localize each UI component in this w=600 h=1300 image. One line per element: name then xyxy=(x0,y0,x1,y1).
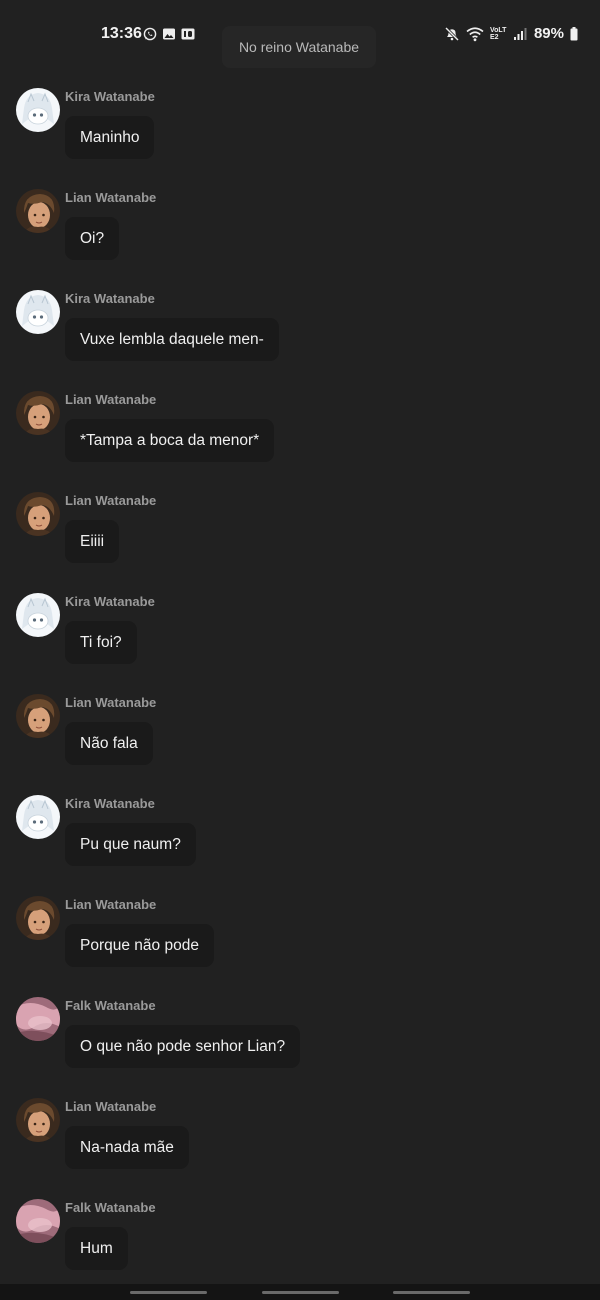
sender-name: Falk Watanabe xyxy=(65,998,156,1013)
message-item: Lian Watanabe Oi? xyxy=(0,181,600,277)
system-icons: VoLTE2 89% xyxy=(444,25,578,42)
mute-icon xyxy=(444,26,460,41)
message-item: Lian Watanabe Eiiii xyxy=(0,484,600,580)
sender-name: Falk Watanabe xyxy=(65,1200,156,1215)
message-bubble[interactable]: Não fala xyxy=(65,722,153,765)
nav-back-handle[interactable] xyxy=(393,1291,470,1294)
sender-avatar[interactable] xyxy=(16,492,60,536)
message-bubble[interactable]: *Tampa a boca da menor* xyxy=(65,419,275,462)
battery-icon xyxy=(570,26,578,40)
signal-icon xyxy=(513,27,527,40)
message-bubble[interactable]: Hum xyxy=(65,1227,128,1270)
sender-avatar[interactable] xyxy=(16,88,60,132)
message-bubble[interactable]: Ti foi? xyxy=(65,621,137,664)
sender-avatar[interactable] xyxy=(16,997,60,1041)
sender-name: Lian Watanabe xyxy=(65,493,157,508)
sender-name: Kira Watanabe xyxy=(65,89,155,104)
message-item: Kira Watanabe Ti foi? xyxy=(0,585,600,681)
message-bubble[interactable]: Vuxe lembla daquele men- xyxy=(65,318,279,361)
message-item: Lian Watanabe Na-nada mãe xyxy=(0,1090,600,1186)
sender-avatar[interactable] xyxy=(16,391,60,435)
message-bubble[interactable]: Eiiii xyxy=(65,520,120,563)
volte-icon: VoLTE2 xyxy=(489,26,507,41)
sender-name: Lian Watanabe xyxy=(65,897,157,912)
sender-avatar[interactable] xyxy=(16,593,60,637)
nav-recents-handle[interactable] xyxy=(130,1291,207,1294)
message-item: Kira Watanabe Vuxe lembla daquele men- xyxy=(0,282,600,378)
sender-avatar[interactable] xyxy=(16,1098,60,1142)
message-bubble[interactable]: O que não pode senhor Lian? xyxy=(65,1025,301,1068)
sender-avatar[interactable] xyxy=(16,896,60,940)
message-item: Lian Watanabe *Tampa a boca da menor* xyxy=(0,383,600,479)
message-bubble[interactable]: Oi? xyxy=(65,217,120,260)
sender-avatar[interactable] xyxy=(16,189,60,233)
chat-title[interactable]: No reino Watanabe xyxy=(222,26,376,68)
sender-avatar[interactable] xyxy=(16,795,60,839)
status-time: 13:36 xyxy=(101,25,142,42)
message-bubble[interactable]: Porque não pode xyxy=(65,924,214,967)
nav-home-handle[interactable] xyxy=(262,1291,339,1294)
whatsapp-icon xyxy=(143,27,157,41)
wifi-icon xyxy=(466,26,484,41)
message-item: Falk Watanabe O que não pode senhor Lian? xyxy=(0,989,600,1085)
sender-avatar[interactable] xyxy=(16,290,60,334)
hd-icon xyxy=(181,28,195,40)
notification-icons xyxy=(143,27,195,41)
message-bubble[interactable]: Na-nada mãe xyxy=(65,1126,189,1169)
sender-avatar[interactable] xyxy=(16,1199,60,1243)
message-item: Falk Watanabe Hum xyxy=(0,1191,600,1287)
message-item: Lian Watanabe Porque não pode xyxy=(0,888,600,984)
message-item: Lian Watanabe Não fala xyxy=(0,686,600,782)
sender-name: Lian Watanabe xyxy=(65,392,157,407)
message-bubble[interactable]: Maninho xyxy=(65,116,155,159)
sender-avatar[interactable] xyxy=(16,694,60,738)
sender-name: Lian Watanabe xyxy=(65,1099,157,1114)
message-item: Kira Watanabe Maninho xyxy=(0,80,600,176)
navigation-bar xyxy=(0,1284,600,1300)
message-item: Kira Watanabe Pu que naum? xyxy=(0,787,600,883)
sender-name: Kira Watanabe xyxy=(65,291,155,306)
sender-name: Kira Watanabe xyxy=(65,796,155,811)
battery-percent: 89% xyxy=(533,25,564,42)
sender-name: Kira Watanabe xyxy=(65,594,155,609)
gallery-icon xyxy=(163,28,175,40)
status-bar: 13:36 VoLTE2 89% No reino Watanabe xyxy=(0,0,600,70)
sender-name: Lian Watanabe xyxy=(65,190,157,205)
message-bubble[interactable]: Pu que naum? xyxy=(65,823,196,866)
sender-name: Lian Watanabe xyxy=(65,695,157,710)
